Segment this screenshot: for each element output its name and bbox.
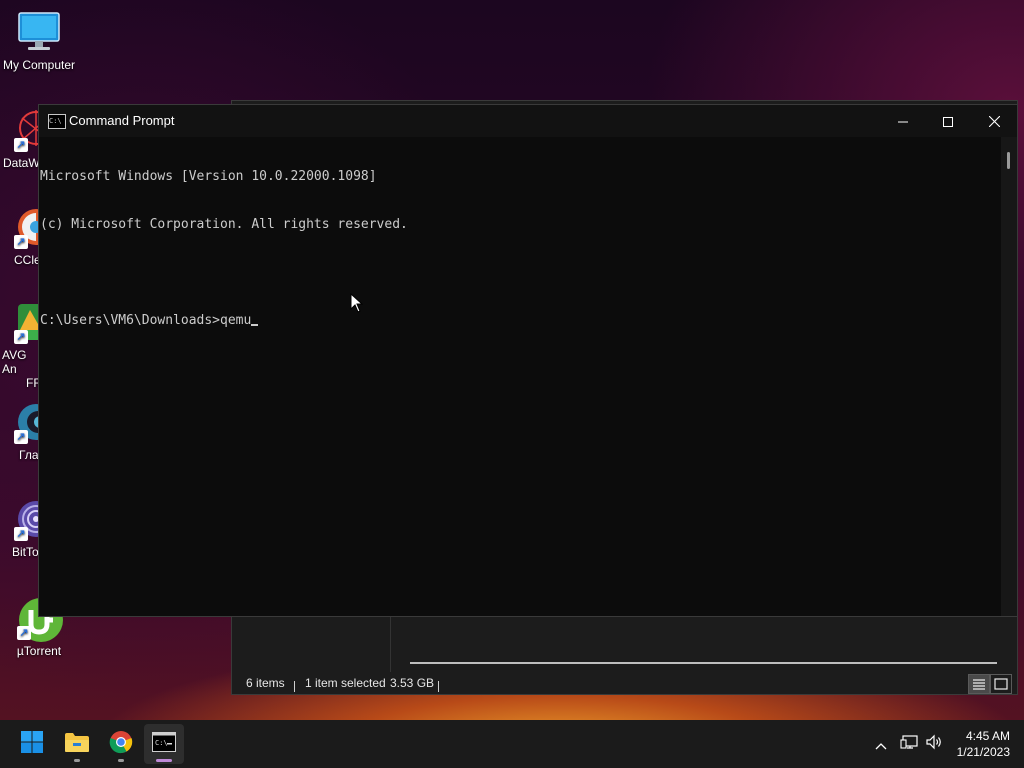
large-icons-view-button[interactable] <box>990 674 1012 694</box>
clock-date: 1/21/2023 <box>956 745 1010 759</box>
shortcut-arrow-icon: ↗ <box>14 527 28 541</box>
windows-start-icon <box>20 730 44 758</box>
taskbar-chrome[interactable] <box>101 724 141 764</box>
maximize-icon <box>943 112 953 131</box>
status-item-count: 6 items <box>246 676 285 690</box>
desktop-icon-avg[interactable]: ↗ AVG An FR <box>0 300 39 390</box>
running-indicator <box>74 759 80 762</box>
chrome-icon <box>109 730 133 758</box>
taskbar-clock[interactable]: 4:45 AM 1/21/2023 <box>957 728 1010 760</box>
details-view-button[interactable] <box>968 674 990 694</box>
close-icon <box>988 112 1000 131</box>
desktop-icon-swirl-app[interactable]: ↗ Гла <box>0 400 39 462</box>
details-view-icon <box>972 675 986 694</box>
app-swirl-icon: ↗ <box>14 400 39 444</box>
chevron-up-icon <box>875 735 887 754</box>
close-button[interactable] <box>971 105 1017 137</box>
volume-icon <box>925 734 943 754</box>
status-selected: 1 item selected <box>305 676 386 690</box>
console-input-line[interactable]: C:\Users\VM6\Downloads>qemu <box>40 313 999 329</box>
bittorrent-icon: ↗ <box>14 497 39 541</box>
window-title: Command Prompt <box>69 113 175 128</box>
show-hidden-icons-button[interactable] <box>871 734 891 754</box>
status-separator <box>294 677 295 699</box>
command-prompt-window[interactable]: C:\ Command Prompt Microsoft Windows [Ve… <box>38 104 1018 617</box>
shortcut-arrow-icon: ↗ <box>17 626 31 640</box>
console-line: Microsoft Windows [Version 10.0.22000.10… <box>40 169 377 184</box>
avg-antivirus-icon: ↗ <box>14 300 39 344</box>
vertical-scrollbar[interactable] <box>1001 137 1017 616</box>
desktop-icon-bittorrent[interactable]: ↗ BitTo <box>0 497 39 559</box>
status-size: 3.53 GB <box>390 676 435 690</box>
desktop-icon-label: µTorrent <box>16 644 62 658</box>
start-button[interactable] <box>12 724 52 764</box>
network-icon <box>900 734 918 754</box>
large-icons-view-icon <box>994 675 1008 694</box>
console-output[interactable]: Microsoft Windows [Version 10.0.22000.10… <box>40 137 999 616</box>
desktop-icon-label: CCle <box>14 253 39 267</box>
console-line: (c) Microsoft Corporation. All rights re… <box>40 217 408 232</box>
taskbar-file-explorer[interactable] <box>57 724 97 764</box>
monitor-icon <box>17 10 61 54</box>
mouse-pointer-icon <box>350 292 364 317</box>
shortcut-arrow-icon: ↗ <box>14 430 28 444</box>
taskbar: C:\ 4:45 AM 1/21/2023 <box>0 720 1024 768</box>
desktop-icon-label: DataW <box>3 156 39 170</box>
volume-button[interactable] <box>924 734 944 754</box>
desktop-icon-label: My Computer <box>2 58 76 72</box>
shortcut-arrow-icon: ↗ <box>14 138 28 152</box>
maximize-button[interactable] <box>925 105 971 137</box>
desktop-icon-ccleaner[interactable]: ↗ CCle <box>0 205 39 267</box>
navigation-pane-divider[interactable] <box>390 616 391 672</box>
desktop-icon-my-computer[interactable]: My Computer <box>0 10 78 72</box>
desktop-icon-label: BitTo <box>12 545 39 559</box>
minimize-icon <box>898 112 908 131</box>
running-indicator <box>118 759 124 762</box>
cmd-app-icon: C:\ <box>48 114 66 129</box>
folder-icon <box>64 731 90 757</box>
minimize-button[interactable] <box>880 105 926 137</box>
text-cursor <box>251 324 259 326</box>
explorer-status-bar: 6 items 1 item selected 3.53 GB <box>232 672 1017 694</box>
desktop-icon-datawrapper[interactable]: ↗ DataW <box>0 108 39 170</box>
horizontal-scrollbar[interactable] <box>410 662 997 664</box>
status-separator <box>438 677 439 699</box>
datawrapper-icon: ↗ <box>14 108 39 152</box>
prompt-command: C:\Users\VM6\Downloads>qemu <box>40 313 252 328</box>
clock-time: 4:45 AM <box>965 729 1010 743</box>
network-button[interactable] <box>899 734 919 754</box>
taskbar-command-prompt[interactable]: C:\ <box>144 724 184 764</box>
desktop-icon-label: Гла <box>19 448 39 462</box>
cmd-app-icon: C:\ <box>152 732 176 756</box>
desktop-icon-label-line2: FR <box>26 376 39 390</box>
desktop-icon-label: AVG An <box>2 348 27 376</box>
svg-text:C:\: C:\ <box>155 739 168 747</box>
active-indicator <box>156 759 172 762</box>
shortcut-arrow-icon: ↗ <box>14 235 28 249</box>
ccleaner-icon: ↗ <box>14 205 39 249</box>
title-bar[interactable]: C:\ Command Prompt <box>39 105 1017 137</box>
shortcut-arrow-icon: ↗ <box>14 330 28 344</box>
scrollbar-thumb[interactable] <box>1007 152 1010 169</box>
